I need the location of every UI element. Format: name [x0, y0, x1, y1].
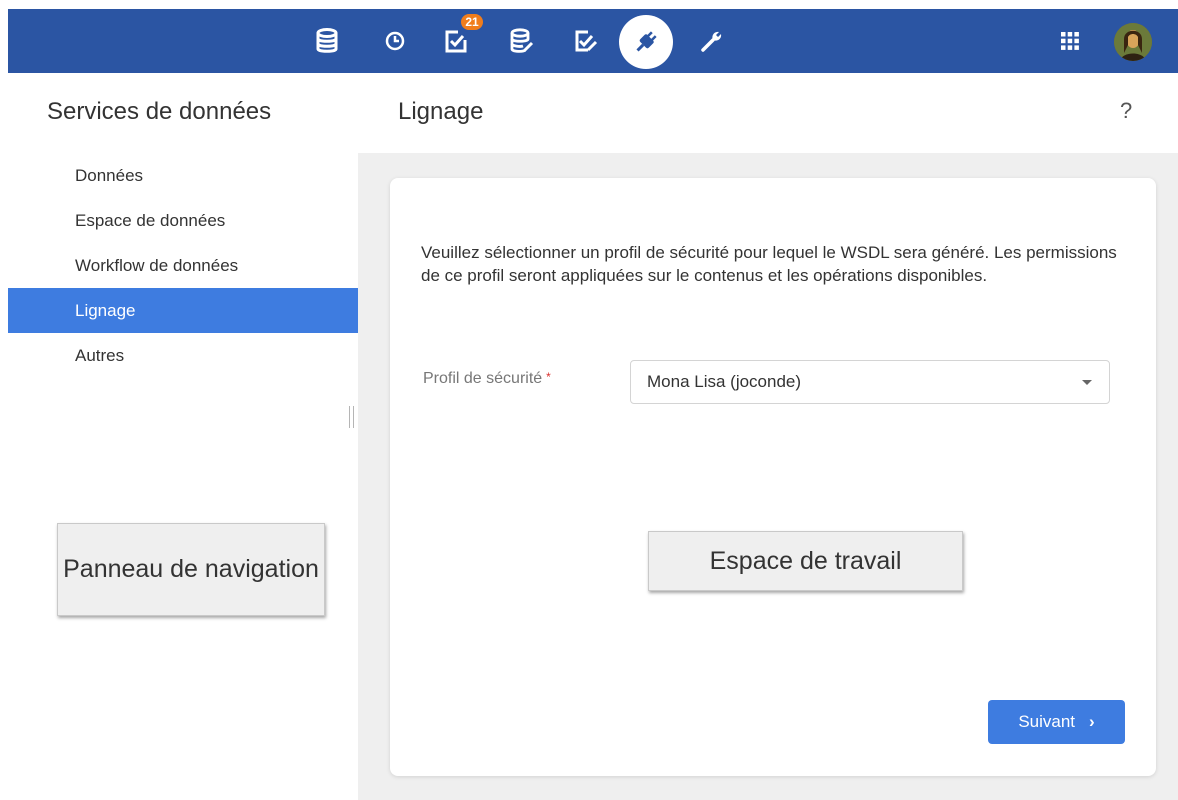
help-button[interactable]: ?: [1120, 98, 1132, 124]
section-title: Services de données: [47, 98, 272, 125]
next-button-label: Suivant: [1018, 712, 1076, 731]
navigation-panel-callout: Panneau de navigation: [57, 523, 325, 616]
checklist-icon[interactable]: [567, 9, 605, 73]
panel-resize-handle[interactable]: [349, 406, 354, 428]
nav-item-espace-de-donnees[interactable]: Espace de données: [8, 198, 358, 243]
security-profile-label: Profil de sécurité *: [423, 370, 551, 388]
required-marker: *: [546, 370, 551, 384]
security-profile-select[interactable]: Mona Lisa (joconde): [630, 360, 1110, 404]
clock-icon[interactable]: [376, 9, 414, 73]
chevron-down-icon: [1082, 380, 1092, 385]
workspace-callout: Espace de travail: [648, 531, 963, 591]
nav-item-donnees[interactable]: Données: [8, 153, 358, 198]
user-avatar[interactable]: [1114, 23, 1152, 61]
security-profile-label-text: Profil de sécurité: [423, 370, 543, 387]
next-button[interactable]: Suivant ›: [988, 700, 1125, 744]
database-icon[interactable]: [308, 9, 346, 73]
nav-item-workflow-de-donnees[interactable]: Workflow de données: [8, 243, 358, 288]
page-title: Lignage: [398, 98, 484, 125]
nav-item-autres[interactable]: Autres: [8, 333, 358, 378]
nav-item-lignage[interactable]: Lignage: [8, 288, 358, 333]
wrench-icon[interactable]: [693, 9, 731, 73]
navigation-panel: Données Espace de données Workflow de do…: [8, 153, 358, 378]
database-edit-icon[interactable]: [503, 9, 541, 73]
description-text: Veuillez sélectionner un profil de sécur…: [421, 243, 1117, 285]
security-profile-value: Mona Lisa (joconde): [647, 372, 802, 391]
chevron-right-icon: ›: [1089, 712, 1095, 731]
tasks-count-badge: 21: [459, 12, 485, 32]
plug-icon[interactable]: [619, 15, 673, 69]
apps-grid-icon[interactable]: [1051, 9, 1089, 73]
top-bar: 21: [8, 9, 1178, 73]
